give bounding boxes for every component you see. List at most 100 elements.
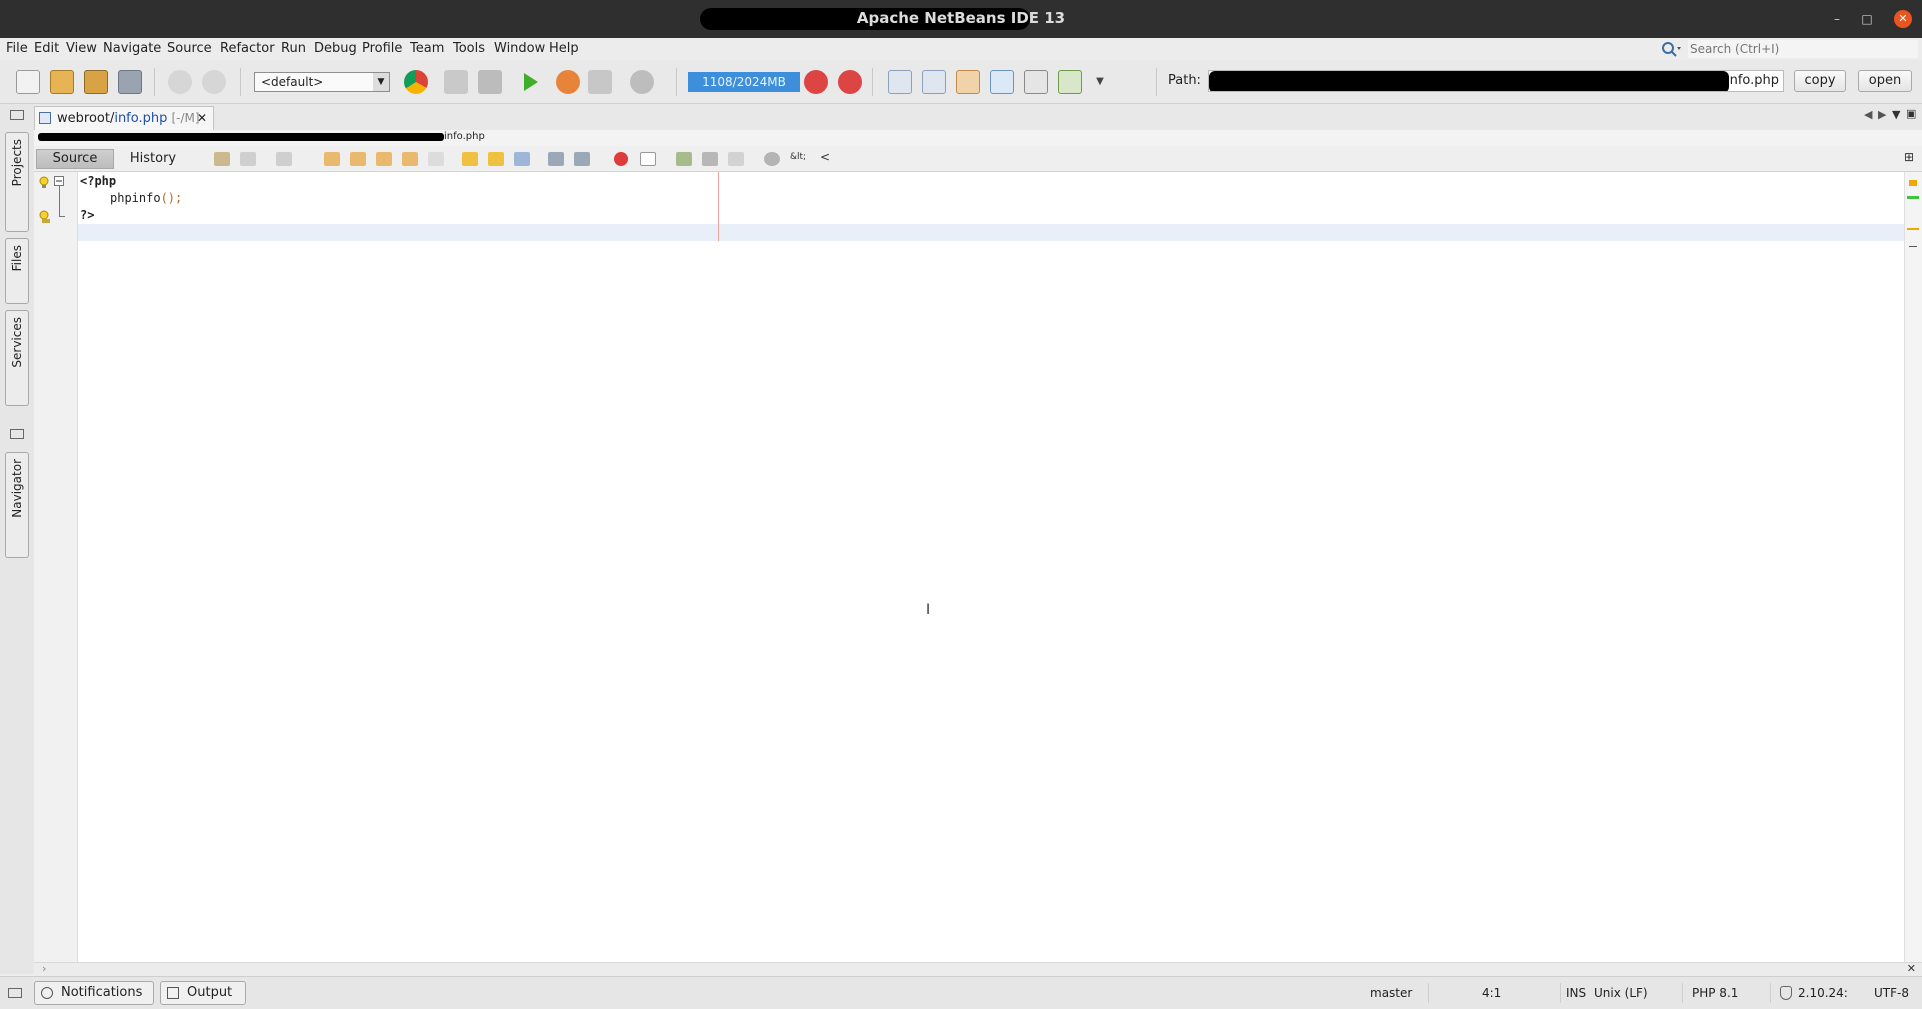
tools-icon[interactable]	[956, 70, 980, 94]
shift-left-icon[interactable]	[548, 152, 564, 166]
clean-build-icon[interactable]	[478, 70, 502, 94]
gc-snapshot-icon[interactable]	[838, 70, 862, 94]
git-branch[interactable]: master	[1370, 986, 1412, 1000]
format-icon[interactable]	[728, 152, 744, 166]
close-tab-icon[interactable]: ✕	[197, 107, 207, 129]
shield-icon[interactable]	[1780, 986, 1792, 1000]
html-entity-hint[interactable]: &lt;	[790, 152, 806, 162]
profile-icon[interactable]	[588, 70, 612, 94]
find-next-icon[interactable]	[376, 152, 392, 166]
file-encoding[interactable]: UTF-8	[1874, 986, 1909, 1000]
restore-group-icon[interactable]	[10, 110, 24, 120]
tab-services[interactable]: Services	[5, 310, 29, 406]
warning-marker[interactable]	[1907, 228, 1919, 230]
menu-source[interactable]: Source	[167, 41, 212, 56]
history-tab[interactable]: History	[116, 149, 190, 169]
menu-navigate[interactable]: Navigate	[103, 41, 161, 56]
menu-edit[interactable]: Edit	[34, 41, 59, 56]
restore-group-icon[interactable]	[8, 988, 22, 998]
rectangular-selection-icon[interactable]	[428, 152, 444, 166]
export-icon[interactable]	[1058, 70, 1082, 94]
insert-mode[interactable]: INS	[1566, 986, 1586, 1000]
tab-files[interactable]: Files	[5, 238, 29, 304]
open-project-icon[interactable]	[84, 70, 108, 94]
output-button[interactable]: Output	[160, 981, 246, 1005]
tab-projects[interactable]: Projects	[5, 132, 29, 232]
code-editor[interactable]: <?php phpinfo(); ?> I	[78, 172, 1904, 962]
horizontal-scroll[interactable]: › ✕	[34, 962, 1922, 976]
run-icon[interactable]	[518, 70, 542, 94]
memory-usage-bar[interactable]: 1108/2024MB	[688, 72, 800, 92]
menu-debug[interactable]: Debug	[314, 41, 357, 56]
search-input[interactable]	[1688, 40, 1918, 58]
copy-window-icon[interactable]	[1024, 70, 1048, 94]
toggle-highlight-icon[interactable]	[402, 152, 418, 166]
split-editor-icon[interactable]: ⊞	[1904, 150, 1914, 164]
scroll-tabs-left-icon[interactable]: ◀	[1864, 108, 1872, 121]
fold-collapse-icon[interactable]	[54, 176, 64, 186]
version-info[interactable]: 2.10.24:	[1798, 986, 1848, 1000]
menu-run[interactable]: Run	[281, 41, 306, 56]
toggle-bookmark-icon[interactable]	[514, 152, 530, 166]
check-icon[interactable]	[764, 152, 780, 166]
stop-macro-icon[interactable]	[640, 152, 656, 166]
menu-window[interactable]: Window	[494, 41, 545, 56]
line-ending[interactable]: Unix (LF)	[1594, 986, 1648, 1000]
show-opened-documents-icon[interactable]: ▼	[1892, 108, 1900, 121]
maximize-window-icon[interactable]: ▣	[1906, 107, 1916, 120]
undo-icon[interactable]	[168, 70, 192, 94]
search-file-icon[interactable]	[922, 70, 946, 94]
html-entity-char[interactable]: <	[820, 150, 830, 164]
warning-marker[interactable]	[1909, 180, 1917, 186]
comment-icon[interactable]	[676, 152, 692, 166]
path-field[interactable]: nfo.php	[1208, 70, 1784, 92]
scroll-tabs-right-icon[interactable]: ▶	[1878, 108, 1886, 121]
menu-profile[interactable]: Profile	[362, 41, 402, 56]
close-icon[interactable]: ✕	[1907, 962, 1916, 975]
close-icon[interactable]: ✕	[1894, 10, 1912, 28]
menu-file[interactable]: File	[6, 41, 28, 56]
menu-tools[interactable]: Tools	[453, 41, 485, 56]
shift-right-icon[interactable]	[574, 152, 590, 166]
find-selection-icon[interactable]	[324, 152, 340, 166]
menu-view[interactable]: View	[66, 41, 97, 56]
source-tab[interactable]: Source	[36, 149, 114, 169]
debug-icon[interactable]	[556, 70, 580, 94]
build-hammer-icon[interactable]	[444, 70, 468, 94]
open-button[interactable]: open	[1858, 70, 1912, 92]
browser-icon[interactable]	[404, 70, 428, 94]
test-icon[interactable]	[630, 70, 654, 94]
chevron-right-icon[interactable]: ›	[42, 962, 46, 975]
ok-marker[interactable]	[1907, 196, 1919, 199]
maximize-icon[interactable]: □	[1858, 10, 1876, 28]
next-bookmark-icon[interactable]	[488, 152, 504, 166]
search-icon[interactable]	[1660, 40, 1682, 58]
save-all-icon[interactable]	[118, 70, 142, 94]
lightbulb-icon[interactable]	[38, 176, 50, 190]
menu-team[interactable]: Team	[410, 41, 444, 56]
configuration-select[interactable]: <default> ▼	[254, 72, 390, 92]
restore-group-icon[interactable]	[10, 429, 24, 439]
menu-help[interactable]: Help	[549, 41, 579, 56]
back-icon[interactable]	[240, 152, 256, 166]
new-project-icon[interactable]	[50, 70, 74, 94]
php-version[interactable]: PHP 8.1	[1692, 986, 1738, 1000]
uncomment-icon[interactable]	[702, 152, 718, 166]
last-edit-icon[interactable]	[214, 152, 230, 166]
database-icon[interactable]	[990, 70, 1014, 94]
gc-icon[interactable]	[804, 70, 828, 94]
minimize-icon[interactable]: –	[1828, 10, 1846, 28]
new-file-icon[interactable]	[16, 70, 40, 94]
previous-bookmark-icon[interactable]	[462, 152, 478, 166]
notifications-button[interactable]: Notifications	[34, 981, 154, 1005]
start-macro-icon[interactable]	[614, 152, 628, 166]
window-icon[interactable]	[888, 70, 912, 94]
copy-button[interactable]: copy	[1794, 70, 1846, 92]
caret-position[interactable]: 4:1	[1482, 986, 1501, 1000]
tab-navigator[interactable]: Navigator	[5, 452, 29, 558]
tab-info-php[interactable]: webroot/info.php [-/M] ✕	[34, 106, 214, 130]
menu-refactor[interactable]: Refactor	[220, 41, 275, 56]
warning-bulb-icon[interactable]	[38, 210, 52, 224]
find-previous-icon[interactable]	[350, 152, 366, 166]
chevron-down-icon[interactable]: ▼	[1088, 70, 1112, 94]
